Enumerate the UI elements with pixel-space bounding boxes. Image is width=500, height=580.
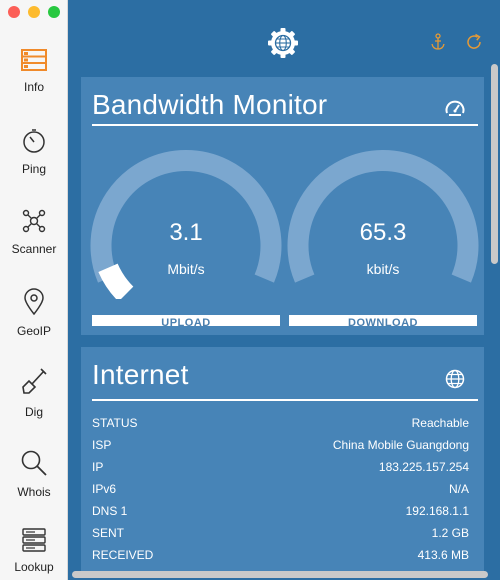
sidebar-item-info[interactable]: Info [0,48,68,94]
upload-label: UPLOAD [161,317,211,326]
anchor-icon[interactable] [430,33,446,51]
stopwatch-icon [23,129,45,153]
sidebar-item-scanner[interactable]: Scanner [0,208,68,256]
sidebar-item-label: Ping [21,162,47,176]
info-value: 1.2 GB [431,526,469,540]
sidebar-item-geoip[interactable]: GeoIP [0,288,68,338]
sidebar-item-label: Info [23,80,44,94]
sidebar-item-label: Lookup [14,560,54,574]
info-key: IPv6 [92,482,117,496]
toolbar [68,0,500,70]
info-value: 183.225.157.254 [378,460,469,474]
sidebar-item-label: Dig [24,405,43,419]
info-value: Reachable [411,416,469,430]
info-row: RECEIVED 413.6 MB [92,544,469,566]
download-unit: kbit/s [366,261,400,277]
bandwidth-card: Bandwidth Monitor 3.1 Mbit/s UPLOAD 65.3… [81,77,484,335]
upload-gauge: 3.1 Mbit/s UPLOAD [90,149,282,339]
speedometer-icon[interactable] [444,98,466,118]
upload-button[interactable]: UPLOAD [92,315,280,326]
info-row: IPv6 N/A [92,478,469,500]
info-key: STATUS [92,416,138,430]
close-window-button[interactable] [8,6,20,18]
settings-globe-icon[interactable] [267,27,299,59]
server-stack-icon [22,528,46,552]
refresh-icon[interactable] [465,33,483,51]
info-key: ISP [92,438,112,452]
info-value: N/A [448,482,469,496]
internet-card: Internet STATUS Reachable ISP China Mobile … [81,347,484,572]
info-row: IP 183.225.157.254 [92,456,469,478]
info-row: ISP China Mobile Guangdong [92,434,469,456]
info-key: IP [92,460,104,474]
location-pin-icon [24,288,44,316]
download-label: DOWNLOAD [348,317,418,326]
shovel-icon [22,368,47,394]
window-controls [8,6,60,18]
sidebar: Info Ping Scanner GeoIP Dig Whois Lookup [0,0,68,580]
minimize-window-button[interactable] [28,6,40,18]
upload-value: 3.1 [169,219,203,246]
info-list-icon [21,49,47,71]
info-value: China Mobile Guangdong [332,438,469,452]
horizontal-scrollbar[interactable] [72,571,488,579]
download-gauge: 65.3 kbit/s DOWNLOAD [287,149,479,339]
info-row: STATUS Reachable [92,412,469,434]
upload-unit: Mbit/s [167,261,205,277]
info-key: DNS 1 [92,504,128,518]
info-key: RECEIVED [92,548,154,562]
main-panel: Bandwidth Monitor 3.1 Mbit/s UPLOAD 65.3… [68,0,500,580]
info-row: DNS 1 192.168.1.1 [92,500,469,522]
sidebar-item-whois[interactable]: Whois [0,449,68,499]
bandwidth-title: Bandwidth Monitor [92,89,328,120]
network-nodes-icon [22,209,46,233]
info-value: 192.168.1.1 [405,504,469,518]
download-button[interactable]: DOWNLOAD [289,315,477,326]
horizontal-scroll-thumb[interactable] [72,571,488,578]
info-value: 413.6 MB [417,548,469,562]
globe-icon[interactable] [445,369,465,389]
download-value: 65.3 [359,219,407,246]
zoom-window-button[interactable] [48,6,60,18]
title-divider [92,124,478,126]
magnifier-icon [21,450,47,476]
sidebar-item-dig[interactable]: Dig [0,367,68,419]
info-row: SENT 1.2 GB [92,522,469,544]
sidebar-item-lookup[interactable]: Lookup [0,528,68,574]
sidebar-item-label: GeoIP [16,324,52,338]
vertical-scrollbar[interactable] [490,64,498,572]
title-divider [92,399,478,401]
sidebar-item-label: Scanner [11,242,57,256]
sidebar-item-label: Whois [17,485,51,499]
info-key: SENT [92,526,125,540]
internet-title: Internet [92,359,189,390]
sidebar-item-ping[interactable]: Ping [0,128,68,176]
vertical-scroll-thumb[interactable] [491,64,498,264]
